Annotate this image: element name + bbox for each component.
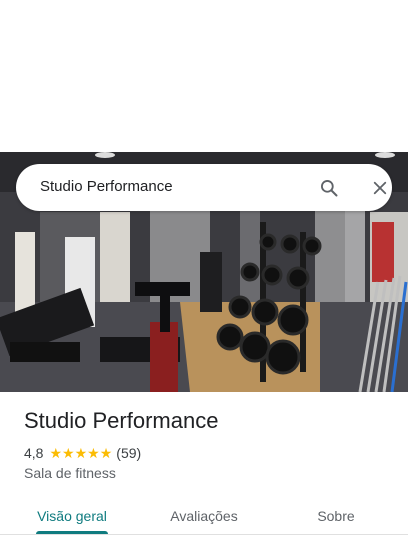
search-input[interactable]: Studio Performance <box>40 178 173 195</box>
rating-row[interactable]: 4,8 ★ ★ ★ ★ ★ (59) <box>24 444 141 462</box>
star-icon: ★ <box>74 445 88 461</box>
star-icon: ★ <box>99 445 113 461</box>
star-icon: ★ <box>62 445 75 461</box>
place-category: Sala de fitness <box>24 465 116 481</box>
star-rating: ★ ★ ★ ★ ★ <box>49 446 112 460</box>
search-bar[interactable]: Studio Performance <box>16 164 392 211</box>
close-icon[interactable] <box>367 175 393 201</box>
tabs-divider <box>0 534 408 535</box>
search-icon[interactable] <box>316 175 342 201</box>
star-icon: ★ <box>49 445 63 461</box>
tab-reviews[interactable]: Avaliações <box>152 494 256 538</box>
tab-about[interactable]: Sobre <box>284 494 388 538</box>
star-icon: ★ <box>87 445 100 461</box>
review-count[interactable]: (59) <box>116 445 141 461</box>
place-title: Studio Performance <box>24 408 219 433</box>
rating-value: 4,8 <box>24 445 44 461</box>
